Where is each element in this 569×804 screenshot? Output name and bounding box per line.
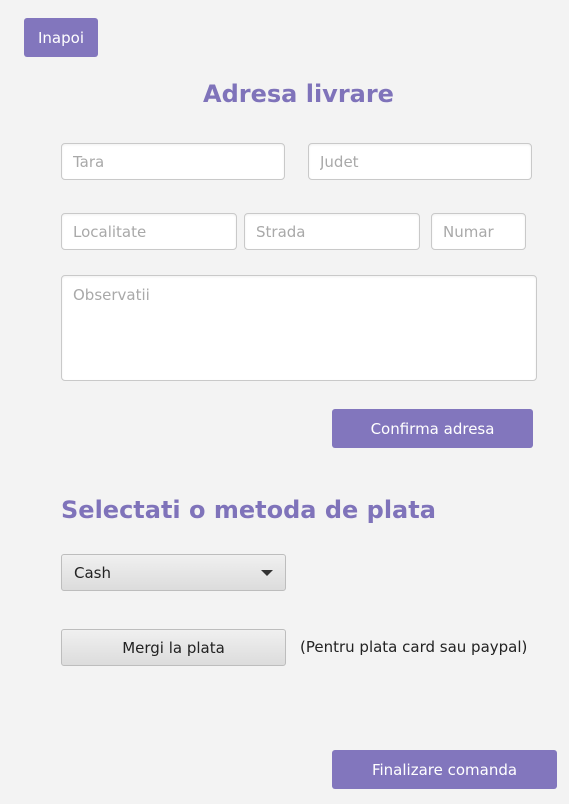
address-title: Adresa livrare xyxy=(203,80,394,108)
strada-input[interactable] xyxy=(244,213,420,250)
observatii-textarea[interactable] xyxy=(61,275,537,381)
confirm-address-button[interactable]: Confirma adresa xyxy=(332,409,533,448)
payment-method-value: Cash xyxy=(74,563,111,582)
payment-note: (Pentru plata card sau paypal) xyxy=(300,638,528,656)
tara-input[interactable] xyxy=(61,143,285,180)
back-button[interactable]: Inapoi xyxy=(24,18,98,57)
judet-input[interactable] xyxy=(308,143,532,180)
numar-input[interactable] xyxy=(431,213,526,250)
chevron-down-icon xyxy=(261,569,273,576)
go-to-payment-button[interactable]: Mergi la plata xyxy=(61,629,286,666)
localitate-input[interactable] xyxy=(61,213,237,250)
finalize-order-button[interactable]: Finalizare comanda xyxy=(332,750,557,789)
payment-method-select[interactable]: Cash xyxy=(61,554,286,591)
payment-title: Selectati o metoda de plata xyxy=(61,496,436,524)
